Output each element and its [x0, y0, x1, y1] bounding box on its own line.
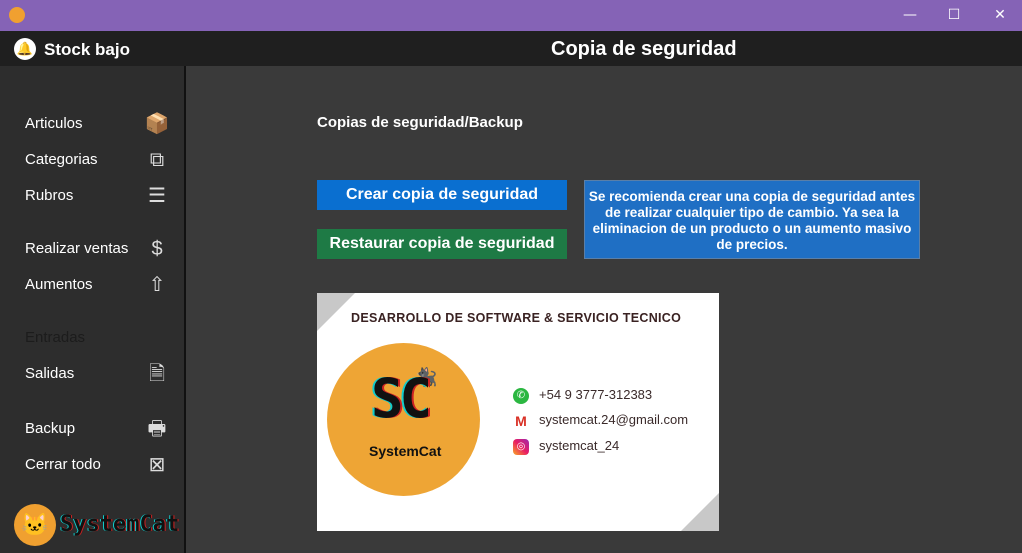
- restore-backup-button[interactable]: Restaurar copia de seguridad: [317, 229, 567, 259]
- bell-icon[interactable]: 🔔: [14, 38, 36, 60]
- document-icon: 🗎: [148, 363, 166, 385]
- sidebar-item-backup[interactable]: Backup 🖶: [25, 416, 170, 442]
- money-up-icon: ⇧: [148, 274, 166, 296]
- maximize-button[interactable]: ☐: [939, 5, 969, 25]
- close-window-icon: ⊠: [148, 454, 166, 476]
- sidebar-item-aumentos[interactable]: Aumentos ⇧: [25, 272, 170, 298]
- minimize-button[interactable]: —: [895, 5, 925, 25]
- sidebar-item-label: Aumentos: [25, 276, 93, 293]
- sidebar-item-articulos[interactable]: Articulos 📦: [25, 111, 170, 137]
- sidebar-item-cerrar-todo[interactable]: Cerrar todo ⊠: [25, 452, 170, 478]
- section-title: Copias de seguridad/Backup: [317, 114, 523, 131]
- logo-name: SystemCat: [369, 443, 442, 459]
- sidebar-item-label: Categorias: [25, 151, 98, 168]
- cat-icon: 🐱: [14, 504, 56, 546]
- sidebar-item-label: Articulos: [25, 115, 83, 132]
- sidebar-item-entradas: Entradas: [25, 325, 170, 351]
- list-icon: ☰: [148, 185, 166, 207]
- whatsapp-icon: ✆: [513, 387, 529, 404]
- systemcat-logo: 🐱 SystemCat: [14, 504, 179, 548]
- sidebar-item-label: Salidas: [25, 365, 75, 382]
- backup-icon: 🖶: [147, 418, 167, 440]
- app-icon: [9, 7, 25, 23]
- box-search-icon: 📦: [144, 113, 170, 135]
- logo-initials: SC: [371, 367, 432, 430]
- logo-text: SystemCat: [60, 512, 180, 537]
- info-box: Se recomienda crear una copia de segurid…: [584, 180, 920, 259]
- sidebar-item-categorias[interactable]: Categorias ⧉: [25, 147, 170, 173]
- sidebar-item-label: Rubros: [25, 187, 74, 204]
- card-title: DESARROLLO DE SOFTWARE & SERVICIO TECNIC…: [351, 311, 682, 325]
- phone-contact: ✆ +54 9 3777-312383: [513, 387, 652, 404]
- header: 🔔 Stock bajo Copia de seguridad: [0, 31, 1022, 66]
- title-bar: — ☐ ✕: [0, 0, 1022, 31]
- instagram-icon: ◎: [513, 438, 529, 455]
- email-contact: Msystemcat.24@gmail.com: [513, 412, 688, 429]
- sidebar-item-realizar-ventas[interactable]: Realizar ventas $: [25, 236, 170, 262]
- sidebar-item-label: Cerrar todo: [25, 456, 101, 473]
- sidebar-item-label: Entradas: [25, 329, 86, 346]
- stock-bajo-button[interactable]: Stock bajo: [44, 40, 130, 60]
- business-card: DESARROLLO DE SOFTWARE & SERVICIO TECNIC…: [317, 293, 719, 531]
- close-button[interactable]: ✕: [985, 5, 1015, 25]
- cash-register-icon: $: [151, 238, 163, 260]
- create-backup-button[interactable]: Crear copia de seguridad: [317, 180, 567, 210]
- sidebar-item-label: Backup: [25, 420, 76, 437]
- instagram-contact: ◎ systemcat_24: [513, 438, 619, 455]
- sidebar: Articulos 📦 Categorias ⧉ Rubros ☰ Realizar …: [0, 66, 186, 553]
- sidebar-item-salidas[interactable]: Salidas 🗎: [25, 361, 170, 387]
- email-text: systemcat.24@gmail.com: [539, 412, 689, 427]
- corner-decoration: [681, 493, 719, 531]
- corner-decoration: [317, 293, 355, 331]
- phone-text: +54 9 3777-312383: [539, 387, 653, 402]
- page-title: Copia de seguridad: [551, 38, 737, 60]
- sidebar-item-label: Realizar ventas: [25, 240, 129, 257]
- card-logo: 🐈‍⬛ SC SystemCat: [327, 343, 480, 496]
- gmail-icon: M: [513, 412, 529, 429]
- sidebar-item-rubros[interactable]: Rubros ☰: [25, 183, 170, 209]
- instagram-text: systemcat_24: [539, 438, 620, 453]
- shapes-add-icon: ⧉: [149, 149, 165, 171]
